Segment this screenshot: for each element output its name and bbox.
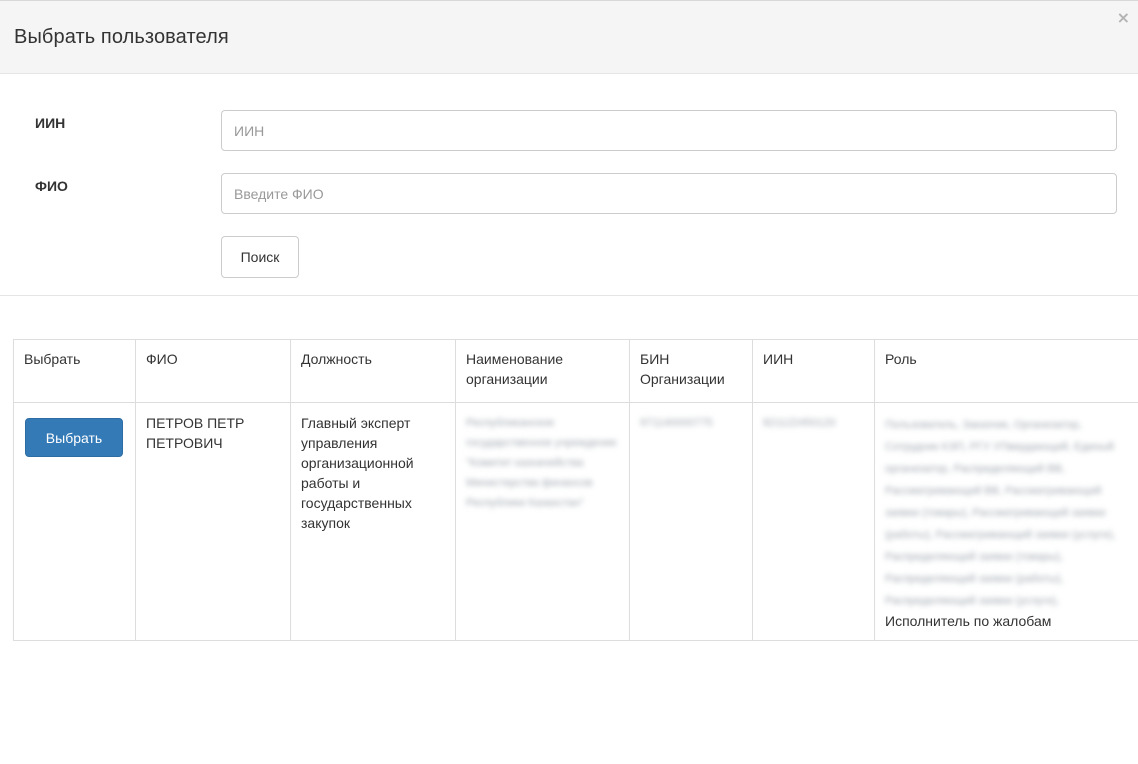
cell-organization: Республиканское государственное учрежден…	[455, 402, 630, 641]
users-table: Выбрать ФИО Должность Наименование орган…	[13, 339, 1138, 641]
iin-label: ИИН	[35, 115, 66, 131]
modal-header: Выбрать пользователя ×	[0, 0, 1138, 74]
iin-redacted: 821122450120	[763, 417, 836, 429]
header-organization: Наименование организации	[455, 339, 630, 403]
role-text: Пользователь, Заказчик, Организатор, Сот…	[885, 413, 1128, 631]
search-button[interactable]: Поиск	[221, 236, 299, 278]
organization-redacted: Республиканское государственное учрежден…	[466, 417, 617, 509]
header-role: Роль	[874, 339, 1138, 403]
cell-select: Выбрать	[13, 402, 136, 641]
iin-input[interactable]	[221, 110, 1117, 151]
table-header-row: Выбрать ФИО Должность Наименование орган…	[13, 339, 1138, 403]
select-user-modal: Выбрать пользователя × ИИН ФИО Поиск Выб…	[0, 0, 1138, 764]
bin-redacted: 971140000775	[640, 417, 713, 429]
search-form: ИИН ФИО Поиск	[0, 74, 1138, 296]
modal-title: Выбрать пользователя	[14, 26, 229, 48]
cell-role: Пользователь, Заказчик, Организатор, Сот…	[874, 402, 1138, 641]
header-iin: ИИН	[752, 339, 875, 403]
header-bin: БИН Организации	[629, 339, 753, 403]
close-icon[interactable]: ×	[1117, 10, 1130, 26]
select-user-button[interactable]: Выбрать	[25, 418, 123, 457]
role-visible: Исполнитель по жалобам	[885, 613, 1052, 629]
header-select: Выбрать	[13, 339, 136, 403]
fio-label: ФИО	[35, 178, 68, 194]
cell-bin: 971140000775	[629, 402, 753, 641]
cell-iin: 821122450120	[752, 402, 875, 641]
fio-input[interactable]	[221, 173, 1117, 214]
cell-fio: ПЕТРОВ ПЕТР ПЕТРОВИЧ	[135, 402, 291, 641]
table-row: Выбрать ПЕТРОВ ПЕТР ПЕТРОВИЧ Главный экс…	[13, 402, 1138, 641]
header-position: Должность	[290, 339, 456, 403]
role-redacted: Пользователь, Заказчик, Организатор, Сот…	[885, 419, 1116, 607]
header-fio: ФИО	[135, 339, 291, 403]
users-table-wrap: Выбрать ФИО Должность Наименование орган…	[13, 339, 1138, 641]
cell-position: Главный эксперт управления организационн…	[290, 402, 456, 641]
